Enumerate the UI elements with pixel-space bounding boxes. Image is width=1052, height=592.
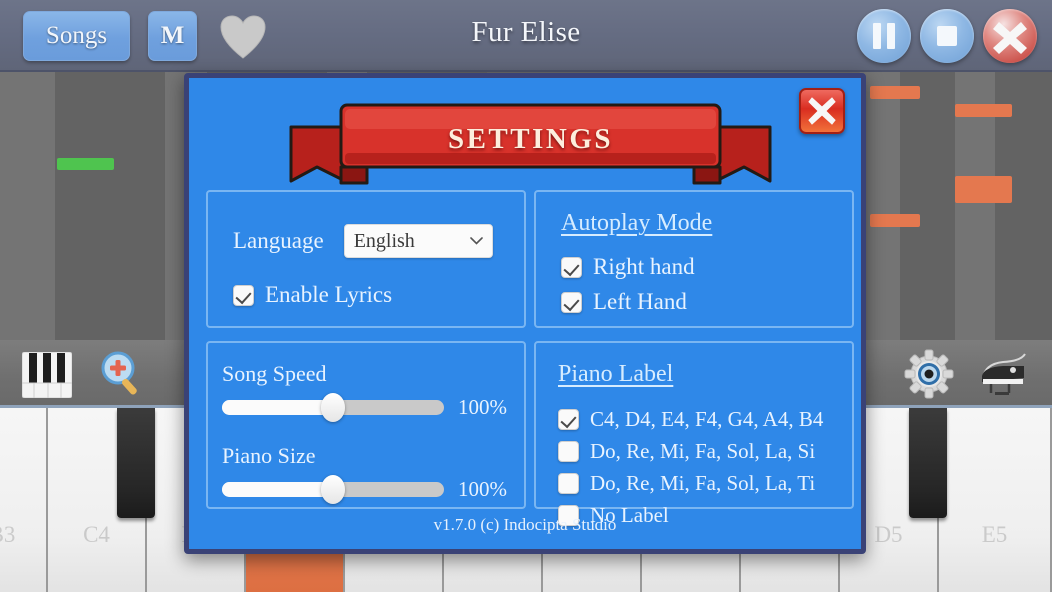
- enable-lyrics-label: Enable Lyrics: [265, 282, 393, 307]
- autoplay-option-right-hand[interactable]: Right hand: [561, 254, 695, 280]
- checkbox-box: [558, 409, 579, 430]
- piano-label-options: C4, D4, E4, F4, G4, A4, B4 Do, Re, Mi, F…: [558, 407, 823, 528]
- piano-size-slider[interactable]: [222, 475, 444, 504]
- piano-label-option-notes[interactable]: C4, D4, E4, F4, G4, A4, B4: [558, 407, 823, 432]
- note-orange: [955, 176, 1012, 203]
- black-key[interactable]: [117, 408, 155, 518]
- enable-lyrics-checkbox[interactable]: Enable Lyrics: [233, 282, 392, 308]
- piano-label-panel: Piano Label C4, D4, E4, F4, G4, A4, B4 D…: [534, 341, 854, 527]
- key-label: C4: [83, 522, 110, 547]
- close-circle-icon: [993, 22, 1027, 54]
- slider-thumb[interactable]: [321, 475, 345, 504]
- sliders-panel: Song Speed 100% Piano Size 100%: [206, 341, 526, 509]
- option-label: Do, Re, Mi, Fa, Sol, La, Ti: [590, 471, 816, 495]
- key-label: B3: [0, 522, 16, 547]
- version-text: v1.7.0 (c) Indocipta Studio: [433, 515, 617, 534]
- language-panel: Language English Enable Lyrics: [206, 190, 526, 328]
- checkbox-box: [233, 284, 254, 306]
- slider-fill: [222, 400, 333, 415]
- checkbox-box: [561, 291, 582, 313]
- top-bar: Songs M Fur Elise: [0, 0, 1052, 72]
- song-speed-slider[interactable]: [222, 393, 444, 422]
- autoplay-heading: Autoplay Mode: [561, 210, 713, 236]
- option-label: C4, D4, E4, F4, G4, A4, B4: [590, 407, 824, 431]
- close-app-button[interactable]: [983, 9, 1037, 63]
- black-key[interactable]: [909, 408, 947, 518]
- song-speed-value: 100%: [458, 395, 507, 419]
- note-green: [57, 158, 114, 170]
- white-key[interactable]: E5: [939, 408, 1052, 592]
- piano-app: B3 C4 D4 E4 F4 G4 A4 B4 C5 D5 E5: [0, 0, 1052, 592]
- autoplay-options: Right hand Left Hand: [561, 254, 695, 315]
- slider-fill: [222, 482, 333, 497]
- settings-title: SETTINGS: [447, 122, 614, 155]
- dialog-close-button[interactable]: [799, 88, 845, 134]
- settings-ribbon: SETTINGS: [287, 95, 774, 189]
- language-row: Language English: [233, 224, 493, 258]
- close-icon: [808, 97, 836, 125]
- note-orange: [870, 214, 920, 227]
- option-label: Right hand: [593, 254, 695, 279]
- song-speed-label: Song Speed: [222, 361, 327, 386]
- song-speed-slider-group: Song Speed 100%: [222, 361, 507, 422]
- pause-button[interactable]: [857, 9, 911, 63]
- option-label: Left Hand: [593, 289, 687, 314]
- checkbox-box: [561, 256, 582, 278]
- pause-icon: [873, 23, 895, 49]
- settings-dialog: SETTINGS Language English Enable Lyrics: [184, 73, 866, 554]
- note-orange: [955, 104, 1012, 117]
- option-label: Do, Re, Mi, Fa, Sol, La, Si: [590, 439, 816, 463]
- autoplay-option-left-hand[interactable]: Left Hand: [561, 289, 695, 315]
- language-selected-value: English: [353, 229, 415, 252]
- piano-label-heading: Piano Label: [558, 361, 674, 387]
- key-label: E5: [981, 522, 1008, 547]
- piano-size-slider-group: Piano Size 100%: [222, 443, 507, 504]
- chevron-down-icon: [469, 237, 483, 245]
- stop-button[interactable]: [920, 9, 974, 63]
- grand-piano-icon[interactable]: [977, 348, 1029, 400]
- autoplay-panel: Autoplay Mode Right hand Left Hand: [534, 190, 854, 328]
- language-label: Language: [233, 228, 324, 253]
- piano-label-option-solfege-ti[interactable]: Do, Re, Mi, Fa, Sol, La, Ti: [558, 471, 823, 496]
- piano-size-value: 100%: [458, 477, 507, 501]
- magnifier-plus-icon[interactable]: [96, 348, 148, 400]
- piano-size-label: Piano Size: [222, 443, 316, 468]
- piano-label-option-solfege-si[interactable]: Do, Re, Mi, Fa, Sol, La, Si: [558, 439, 823, 464]
- piano-keys-icon[interactable]: [22, 352, 72, 398]
- stop-icon: [937, 26, 957, 46]
- note-orange: [870, 86, 920, 99]
- slider-thumb[interactable]: [321, 393, 345, 422]
- language-select[interactable]: English: [343, 224, 493, 258]
- white-key[interactable]: B3: [0, 408, 48, 592]
- checkbox-box: [558, 441, 579, 462]
- gear-icon[interactable]: [903, 348, 955, 400]
- checkbox-box: [558, 473, 579, 494]
